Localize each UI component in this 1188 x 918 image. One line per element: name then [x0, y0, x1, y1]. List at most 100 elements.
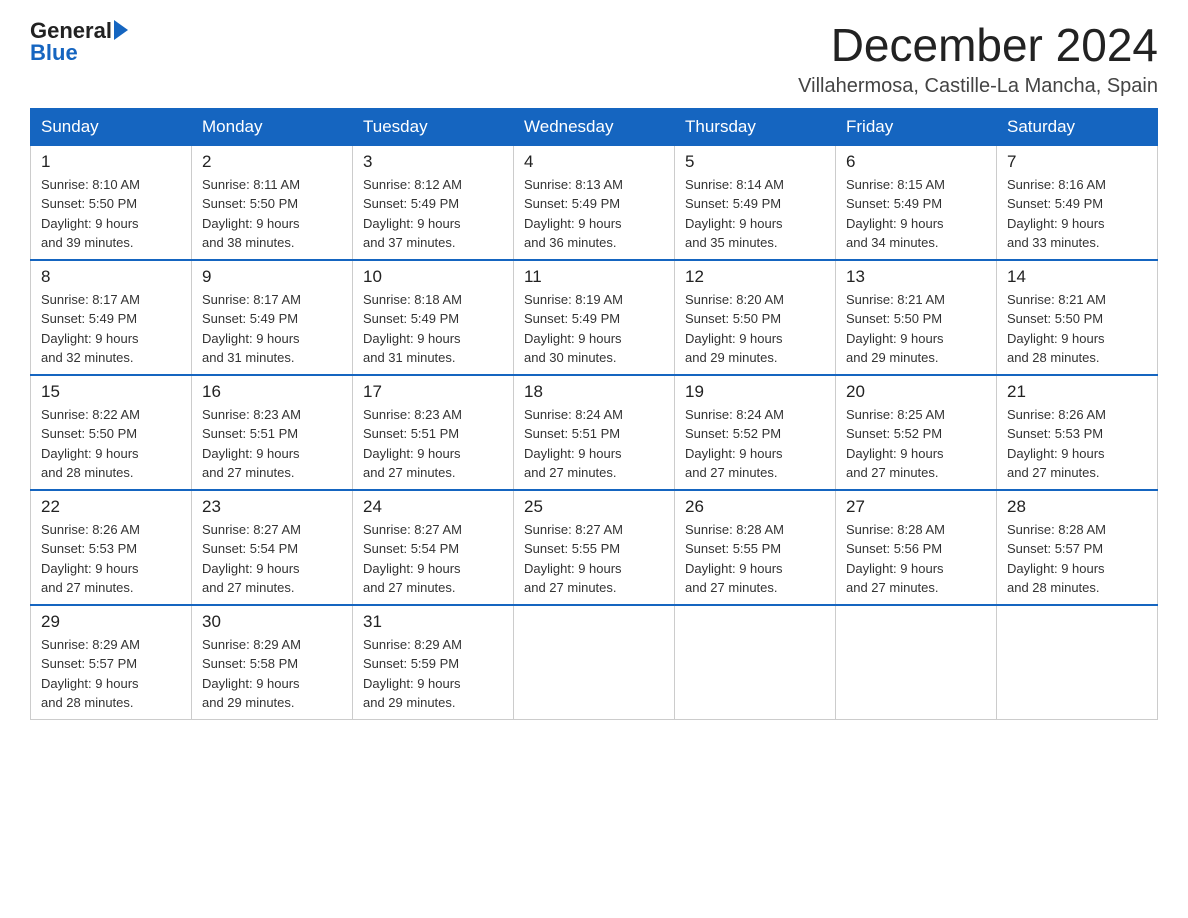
day-info: Sunrise: 8:19 AM Sunset: 5:49 PM Dayligh…	[524, 290, 664, 368]
calendar-cell: 19 Sunrise: 8:24 AM Sunset: 5:52 PM Dayl…	[675, 375, 836, 490]
calendar-cell: 21 Sunrise: 8:26 AM Sunset: 5:53 PM Dayl…	[997, 375, 1158, 490]
calendar-cell: 25 Sunrise: 8:27 AM Sunset: 5:55 PM Dayl…	[514, 490, 675, 605]
day-number: 1	[41, 152, 181, 172]
day-info: Sunrise: 8:26 AM Sunset: 5:53 PM Dayligh…	[1007, 405, 1147, 483]
day-number: 3	[363, 152, 503, 172]
day-number: 14	[1007, 267, 1147, 287]
day-info: Sunrise: 8:13 AM Sunset: 5:49 PM Dayligh…	[524, 175, 664, 253]
calendar-cell: 24 Sunrise: 8:27 AM Sunset: 5:54 PM Dayl…	[353, 490, 514, 605]
day-number: 20	[846, 382, 986, 402]
day-number: 27	[846, 497, 986, 517]
calendar-cell: 28 Sunrise: 8:28 AM Sunset: 5:57 PM Dayl…	[997, 490, 1158, 605]
day-info: Sunrise: 8:21 AM Sunset: 5:50 PM Dayligh…	[1007, 290, 1147, 368]
header: General Blue December 2024 Villahermosa,…	[30, 20, 1158, 98]
day-number: 4	[524, 152, 664, 172]
day-number: 13	[846, 267, 986, 287]
day-number: 12	[685, 267, 825, 287]
calendar-cell: 8 Sunrise: 8:17 AM Sunset: 5:49 PM Dayli…	[31, 260, 192, 375]
calendar-cell: 10 Sunrise: 8:18 AM Sunset: 5:49 PM Dayl…	[353, 260, 514, 375]
day-info: Sunrise: 8:16 AM Sunset: 5:49 PM Dayligh…	[1007, 175, 1147, 253]
calendar-cell: 29 Sunrise: 8:29 AM Sunset: 5:57 PM Dayl…	[31, 605, 192, 720]
calendar-cell: 26 Sunrise: 8:28 AM Sunset: 5:55 PM Dayl…	[675, 490, 836, 605]
day-number: 31	[363, 612, 503, 632]
logo: General Blue	[30, 20, 128, 64]
day-info: Sunrise: 8:27 AM Sunset: 5:54 PM Dayligh…	[363, 520, 503, 598]
day-info: Sunrise: 8:15 AM Sunset: 5:49 PM Dayligh…	[846, 175, 986, 253]
day-info: Sunrise: 8:23 AM Sunset: 5:51 PM Dayligh…	[202, 405, 342, 483]
weekday-header-row: SundayMondayTuesdayWednesdayThursdayFrid…	[31, 108, 1158, 145]
calendar-cell: 27 Sunrise: 8:28 AM Sunset: 5:56 PM Dayl…	[836, 490, 997, 605]
day-info: Sunrise: 8:28 AM Sunset: 5:56 PM Dayligh…	[846, 520, 986, 598]
day-number: 24	[363, 497, 503, 517]
day-info: Sunrise: 8:17 AM Sunset: 5:49 PM Dayligh…	[202, 290, 342, 368]
calendar-cell: 12 Sunrise: 8:20 AM Sunset: 5:50 PM Dayl…	[675, 260, 836, 375]
day-info: Sunrise: 8:28 AM Sunset: 5:55 PM Dayligh…	[685, 520, 825, 598]
day-number: 28	[1007, 497, 1147, 517]
logo-blue-text: Blue	[30, 42, 78, 64]
day-number: 29	[41, 612, 181, 632]
title-area: December 2024 Villahermosa, Castille-La …	[798, 20, 1158, 98]
weekday-header-saturday: Saturday	[997, 108, 1158, 145]
day-info: Sunrise: 8:10 AM Sunset: 5:50 PM Dayligh…	[41, 175, 181, 253]
calendar-cell: 13 Sunrise: 8:21 AM Sunset: 5:50 PM Dayl…	[836, 260, 997, 375]
day-number: 2	[202, 152, 342, 172]
weekday-header-friday: Friday	[836, 108, 997, 145]
day-info: Sunrise: 8:28 AM Sunset: 5:57 PM Dayligh…	[1007, 520, 1147, 598]
day-info: Sunrise: 8:18 AM Sunset: 5:49 PM Dayligh…	[363, 290, 503, 368]
day-number: 30	[202, 612, 342, 632]
day-info: Sunrise: 8:27 AM Sunset: 5:55 PM Dayligh…	[524, 520, 664, 598]
weekday-header-thursday: Thursday	[675, 108, 836, 145]
calendar-cell: 23 Sunrise: 8:27 AM Sunset: 5:54 PM Dayl…	[192, 490, 353, 605]
day-info: Sunrise: 8:29 AM Sunset: 5:58 PM Dayligh…	[202, 635, 342, 713]
week-row-2: 8 Sunrise: 8:17 AM Sunset: 5:49 PM Dayli…	[31, 260, 1158, 375]
week-row-1: 1 Sunrise: 8:10 AM Sunset: 5:50 PM Dayli…	[31, 145, 1158, 260]
calendar-cell: 9 Sunrise: 8:17 AM Sunset: 5:49 PM Dayli…	[192, 260, 353, 375]
week-row-4: 22 Sunrise: 8:26 AM Sunset: 5:53 PM Dayl…	[31, 490, 1158, 605]
day-info: Sunrise: 8:23 AM Sunset: 5:51 PM Dayligh…	[363, 405, 503, 483]
calendar-cell: 20 Sunrise: 8:25 AM Sunset: 5:52 PM Dayl…	[836, 375, 997, 490]
day-number: 21	[1007, 382, 1147, 402]
calendar-cell: 4 Sunrise: 8:13 AM Sunset: 5:49 PM Dayli…	[514, 145, 675, 260]
calendar-cell	[836, 605, 997, 720]
calendar-cell: 16 Sunrise: 8:23 AM Sunset: 5:51 PM Dayl…	[192, 375, 353, 490]
logo-general-text: General	[30, 20, 112, 42]
day-number: 7	[1007, 152, 1147, 172]
day-info: Sunrise: 8:25 AM Sunset: 5:52 PM Dayligh…	[846, 405, 986, 483]
day-info: Sunrise: 8:27 AM Sunset: 5:54 PM Dayligh…	[202, 520, 342, 598]
calendar-cell: 31 Sunrise: 8:29 AM Sunset: 5:59 PM Dayl…	[353, 605, 514, 720]
day-info: Sunrise: 8:24 AM Sunset: 5:52 PM Dayligh…	[685, 405, 825, 483]
day-number: 26	[685, 497, 825, 517]
day-info: Sunrise: 8:26 AM Sunset: 5:53 PM Dayligh…	[41, 520, 181, 598]
day-number: 19	[685, 382, 825, 402]
day-number: 18	[524, 382, 664, 402]
day-number: 25	[524, 497, 664, 517]
day-number: 17	[363, 382, 503, 402]
location-title: Villahermosa, Castille-La Mancha, Spain	[798, 75, 1158, 98]
day-number: 10	[363, 267, 503, 287]
day-info: Sunrise: 8:14 AM Sunset: 5:49 PM Dayligh…	[685, 175, 825, 253]
day-number: 6	[846, 152, 986, 172]
calendar-cell: 30 Sunrise: 8:29 AM Sunset: 5:58 PM Dayl…	[192, 605, 353, 720]
calendar-cell: 3 Sunrise: 8:12 AM Sunset: 5:49 PM Dayli…	[353, 145, 514, 260]
day-number: 15	[41, 382, 181, 402]
calendar-cell	[514, 605, 675, 720]
calendar-cell: 1 Sunrise: 8:10 AM Sunset: 5:50 PM Dayli…	[31, 145, 192, 260]
calendar-cell	[997, 605, 1158, 720]
day-number: 5	[685, 152, 825, 172]
calendar-cell: 6 Sunrise: 8:15 AM Sunset: 5:49 PM Dayli…	[836, 145, 997, 260]
weekday-header-monday: Monday	[192, 108, 353, 145]
calendar-cell: 5 Sunrise: 8:14 AM Sunset: 5:49 PM Dayli…	[675, 145, 836, 260]
day-info: Sunrise: 8:17 AM Sunset: 5:49 PM Dayligh…	[41, 290, 181, 368]
calendar-cell: 2 Sunrise: 8:11 AM Sunset: 5:50 PM Dayli…	[192, 145, 353, 260]
day-info: Sunrise: 8:12 AM Sunset: 5:49 PM Dayligh…	[363, 175, 503, 253]
day-number: 23	[202, 497, 342, 517]
calendar-cell: 15 Sunrise: 8:22 AM Sunset: 5:50 PM Dayl…	[31, 375, 192, 490]
calendar-cell: 18 Sunrise: 8:24 AM Sunset: 5:51 PM Dayl…	[514, 375, 675, 490]
week-row-3: 15 Sunrise: 8:22 AM Sunset: 5:50 PM Dayl…	[31, 375, 1158, 490]
day-info: Sunrise: 8:21 AM Sunset: 5:50 PM Dayligh…	[846, 290, 986, 368]
calendar-table: SundayMondayTuesdayWednesdayThursdayFrid…	[30, 108, 1158, 720]
day-number: 11	[524, 267, 664, 287]
week-row-5: 29 Sunrise: 8:29 AM Sunset: 5:57 PM Dayl…	[31, 605, 1158, 720]
calendar-cell: 7 Sunrise: 8:16 AM Sunset: 5:49 PM Dayli…	[997, 145, 1158, 260]
month-title: December 2024	[798, 20, 1158, 71]
